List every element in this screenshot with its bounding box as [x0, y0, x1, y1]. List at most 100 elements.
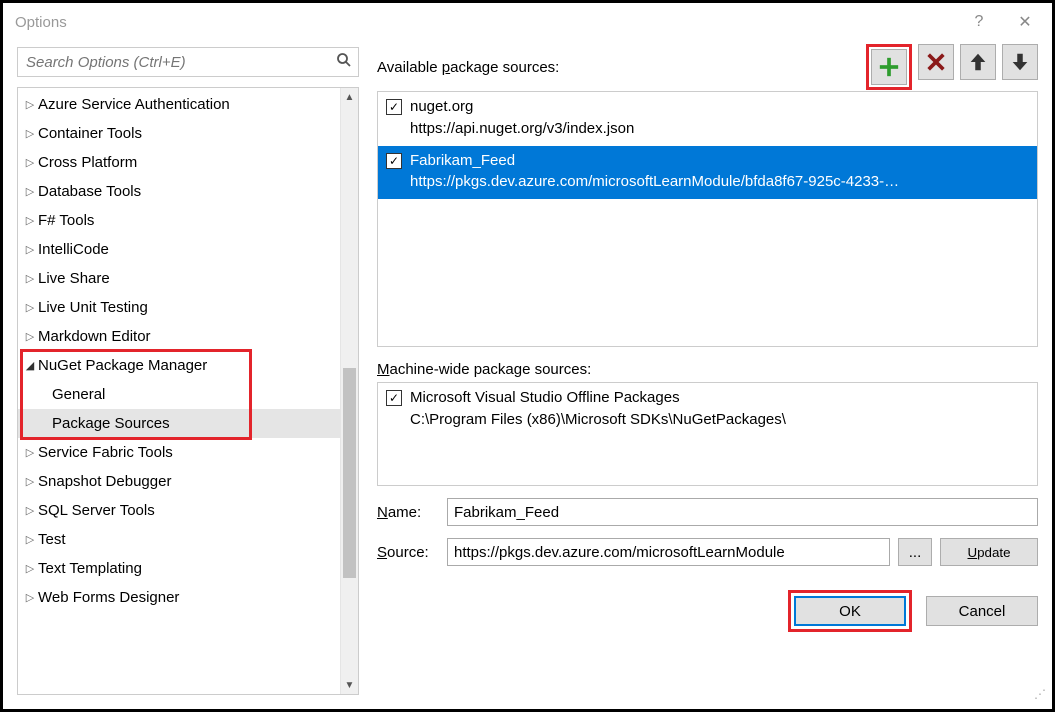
- scroll-down-icon[interactable]: ▼: [341, 676, 358, 694]
- close-button[interactable]: ✕: [1002, 6, 1048, 38]
- chevron-right-icon[interactable]: ▷: [22, 533, 38, 546]
- source-name: Fabrikam_Feed: [410, 150, 899, 172]
- add-source-button[interactable]: [871, 49, 907, 85]
- tree-item[interactable]: ▷ IntelliCode: [18, 235, 340, 264]
- help-button[interactable]: ?: [956, 6, 1002, 38]
- tree-item-label: Snapshot Debugger: [38, 473, 171, 490]
- tree-item-label: General: [52, 386, 105, 403]
- chevron-right-icon[interactable]: ▷: [22, 562, 38, 575]
- tree-item-label: Service Fabric Tools: [38, 444, 173, 461]
- tree-item[interactable]: General: [18, 380, 340, 409]
- chevron-right-icon[interactable]: ▷: [22, 214, 38, 227]
- tree-item[interactable]: ▷ Test: [18, 525, 340, 554]
- chevron-right-icon[interactable]: ▷: [22, 98, 38, 111]
- available-sources-list[interactable]: ✓ nuget.orghttps://api.nuget.org/v3/index…: [377, 91, 1038, 347]
- chevron-right-icon[interactable]: ▷: [22, 156, 38, 169]
- source-url: https://pkgs.dev.azure.com/microsoftLear…: [410, 171, 899, 193]
- tree-item-label: SQL Server Tools: [38, 502, 155, 519]
- tree-item-label: IntelliCode: [38, 241, 109, 258]
- plus-icon: [878, 56, 900, 78]
- tree-item[interactable]: ▷ F# Tools: [18, 206, 340, 235]
- chevron-right-icon[interactable]: ▷: [22, 475, 38, 488]
- tree-item[interactable]: ▷ Text Templating: [18, 554, 340, 583]
- tree-item-label: Live Unit Testing: [38, 299, 148, 316]
- arrow-down-icon: [1009, 51, 1031, 73]
- options-dialog: Options ? ✕ ▷ Azure Service Authenticati…: [0, 0, 1055, 712]
- tree-item[interactable]: ▷ Web Forms Designer: [18, 583, 340, 612]
- move-up-button[interactable]: [960, 44, 996, 80]
- tree-item-label: Container Tools: [38, 125, 142, 142]
- tree-item[interactable]: ▷ Snapshot Debugger: [18, 467, 340, 496]
- resize-grip-icon[interactable]: ⋰: [1034, 691, 1048, 705]
- chevron-down-icon[interactable]: ◢: [22, 359, 38, 372]
- machine-sources-label: Machine-wide package sources:: [377, 361, 1038, 378]
- arrow-up-icon: [967, 51, 989, 73]
- search-input[interactable]: [24, 53, 336, 72]
- source-name: nuget.org: [410, 96, 634, 118]
- name-label: Name:: [377, 504, 439, 521]
- source-url: C:\Program Files (x86)\Microsoft SDKs\Nu…: [410, 409, 786, 431]
- name-input[interactable]: [447, 498, 1038, 526]
- available-sources-label: Available package sources:: [377, 59, 866, 76]
- cancel-button[interactable]: Cancel: [926, 596, 1038, 626]
- source-toolbar: [866, 44, 1038, 90]
- tree-item[interactable]: ▷ Database Tools: [18, 177, 340, 206]
- ok-button[interactable]: OK: [794, 596, 906, 626]
- scroll-up-icon[interactable]: ▲: [341, 88, 358, 106]
- tree-item[interactable]: ▷ Azure Service Authentication: [18, 90, 340, 119]
- remove-source-button[interactable]: [918, 44, 954, 80]
- tree-item[interactable]: ▷ Markdown Editor: [18, 322, 340, 351]
- chevron-right-icon[interactable]: ▷: [22, 591, 38, 604]
- tree-scrollbar[interactable]: ▲ ▼: [340, 88, 358, 694]
- update-button[interactable]: Update: [940, 538, 1038, 566]
- tree-item[interactable]: ▷ Cross Platform: [18, 148, 340, 177]
- source-item[interactable]: ✓ nuget.orghttps://api.nuget.org/v3/index…: [378, 92, 1037, 146]
- chevron-right-icon[interactable]: ▷: [22, 446, 38, 459]
- source-input[interactable]: [447, 538, 890, 566]
- tree-item[interactable]: Package Sources: [18, 409, 340, 438]
- tree-item-label: Cross Platform: [38, 154, 137, 171]
- options-tree[interactable]: ▷ Azure Service Authentication▷ Containe…: [17, 87, 359, 695]
- tree-item-label: Text Templating: [38, 560, 142, 577]
- search-box[interactable]: [17, 47, 359, 77]
- tree-item-label: Test: [38, 531, 66, 548]
- machine-sources-list[interactable]: ✓ Microsoft Visual Studio Offline Package…: [377, 382, 1038, 486]
- machine-source-item[interactable]: ✓ Microsoft Visual Studio Offline Package…: [386, 387, 1029, 431]
- source-item[interactable]: ✓ Fabrikam_Feedhttps://pkgs.dev.azure.com…: [378, 146, 1037, 200]
- x-icon: [925, 51, 947, 73]
- tree-item[interactable]: ▷ Live Share: [18, 264, 340, 293]
- browse-button[interactable]: ...: [898, 538, 932, 566]
- tree-item-label: Azure Service Authentication: [38, 96, 230, 113]
- source-label: Source:: [377, 544, 439, 561]
- chevron-right-icon[interactable]: ▷: [22, 504, 38, 517]
- chevron-right-icon[interactable]: ▷: [22, 301, 38, 314]
- tree-item-label: NuGet Package Manager: [38, 357, 207, 374]
- source-url: https://api.nuget.org/v3/index.json: [410, 118, 634, 140]
- tree-item[interactable]: ◢ NuGet Package Manager: [18, 351, 340, 380]
- scroll-thumb[interactable]: [343, 368, 356, 578]
- checkbox[interactable]: ✓: [386, 99, 402, 115]
- source-name: Microsoft Visual Studio Offline Packages: [410, 387, 786, 409]
- chevron-right-icon[interactable]: ▷: [22, 127, 38, 140]
- search-icon: [336, 52, 352, 73]
- checkbox[interactable]: ✓: [386, 153, 402, 169]
- chevron-right-icon[interactable]: ▷: [22, 330, 38, 343]
- right-panel: Available package sources:: [377, 47, 1038, 695]
- tree-item[interactable]: ▷ Service Fabric Tools: [18, 438, 340, 467]
- chevron-right-icon[interactable]: ▷: [22, 185, 38, 198]
- window-title: Options: [15, 14, 956, 31]
- left-panel: ▷ Azure Service Authentication▷ Containe…: [17, 47, 359, 695]
- tree-item[interactable]: ▷ Live Unit Testing: [18, 293, 340, 322]
- tree-item-label: Live Share: [38, 270, 110, 287]
- tree-item-label: Database Tools: [38, 183, 141, 200]
- tree-item-label: Web Forms Designer: [38, 589, 179, 606]
- tree-item-label: Markdown Editor: [38, 328, 151, 345]
- tree-item[interactable]: ▷ SQL Server Tools: [18, 496, 340, 525]
- checkbox[interactable]: ✓: [386, 390, 402, 406]
- chevron-right-icon[interactable]: ▷: [22, 243, 38, 256]
- move-down-button[interactable]: [1002, 44, 1038, 80]
- tree-item-label: Package Sources: [52, 415, 170, 432]
- chevron-right-icon[interactable]: ▷: [22, 272, 38, 285]
- titlebar: Options ? ✕: [3, 3, 1052, 41]
- tree-item[interactable]: ▷ Container Tools: [18, 119, 340, 148]
